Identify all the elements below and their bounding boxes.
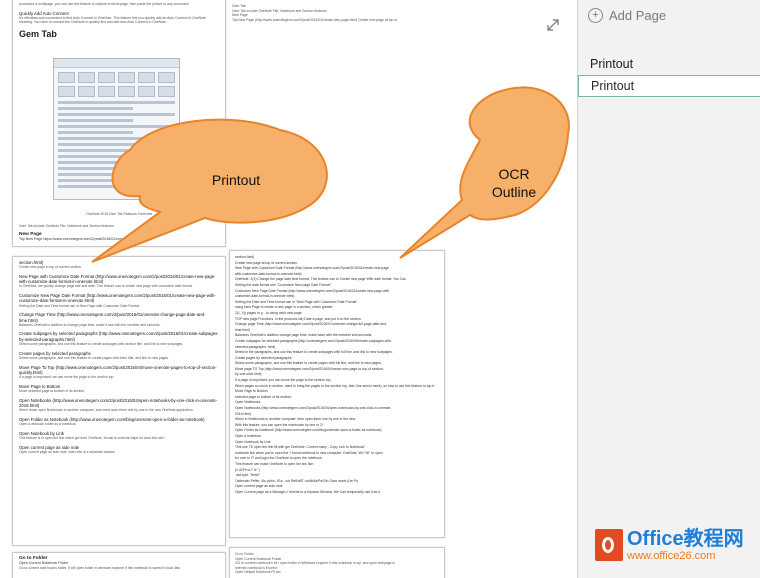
ocr-callout-line: Outline — [491, 184, 537, 200]
printout-callout-shape — [91, 118, 328, 263]
page-tab-printout-selected[interactable]: Printout — [578, 75, 760, 97]
page-tab-label: Printout — [591, 79, 635, 93]
page-tab-label: Printout — [590, 57, 634, 71]
page-tab-printout[interactable]: Printout — [578, 53, 760, 75]
ocr-callout-label: OCR Outline — [482, 165, 546, 201]
page-list-panel: + Add Page Printout Printout — [577, 0, 760, 578]
add-page-label: Add Page — [609, 8, 667, 23]
callout-layer — [91, 86, 570, 263]
add-page-button[interactable]: + Add Page — [588, 8, 666, 23]
office-logo-icon — [595, 529, 623, 561]
printout-callout-label: Printout — [211, 172, 261, 188]
page-canvas[interactable]: processes a multipage, you can use this … — [0, 0, 577, 578]
watermark-logo: Office教程网 www.office26.com — [595, 528, 744, 562]
plus-icon: + — [588, 8, 603, 23]
expand-icon[interactable] — [546, 18, 560, 32]
watermark-url: www.office26.com — [627, 550, 716, 562]
watermark-brand: Office教程网 — [627, 528, 744, 550]
ocr-callout-line: OCR — [498, 166, 530, 182]
